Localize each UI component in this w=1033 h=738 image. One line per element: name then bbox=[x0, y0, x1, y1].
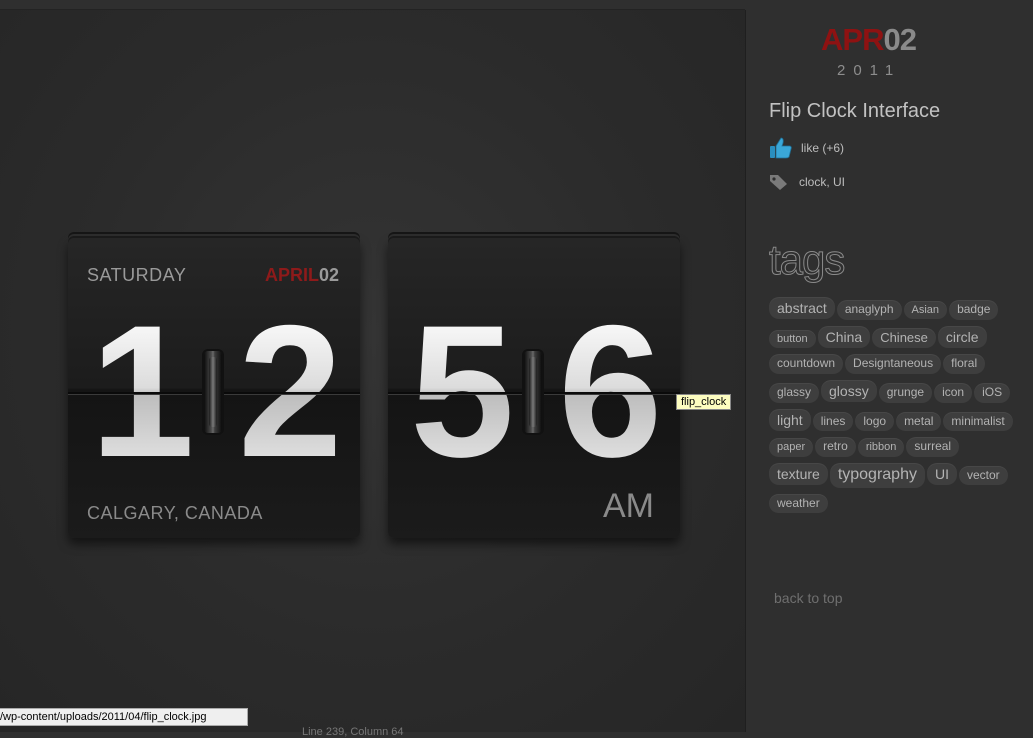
tag-link[interactable]: grunge bbox=[878, 383, 933, 403]
flip-clock-image[interactable]: SATURDAY APRIL02 1 2 CALGARY, CANADA 5 6… bbox=[0, 10, 745, 732]
hinge bbox=[524, 351, 542, 433]
editor-status: Line 239, Column 64 bbox=[302, 726, 404, 738]
tags-heading: tags bbox=[768, 236, 845, 284]
sidebar: APR02 2011 Flip Clock Interface like (+6… bbox=[745, 0, 1033, 732]
tag-link[interactable]: surreal bbox=[906, 437, 960, 457]
tag-link[interactable]: icon bbox=[934, 383, 973, 403]
like-button[interactable]: like (+6) bbox=[769, 136, 844, 160]
hour-ones-digit: 2 bbox=[238, 286, 343, 496]
tag-link[interactable]: lines bbox=[812, 411, 854, 432]
tag-link[interactable]: glossy bbox=[821, 380, 877, 403]
tag-link[interactable]: Chinese bbox=[872, 327, 936, 349]
post-month: APR bbox=[821, 22, 884, 57]
location-label: CALGARY, CANADA bbox=[87, 503, 263, 523]
post-tags-link[interactable]: clock, UI bbox=[799, 175, 845, 189]
back-to-top-link[interactable]: back to top bbox=[774, 590, 843, 606]
minute-ones-digit: 6 bbox=[558, 286, 663, 496]
tag-link[interactable]: button bbox=[769, 329, 816, 348]
tag-link[interactable]: vector bbox=[958, 465, 1008, 486]
tag-link[interactable]: China bbox=[817, 325, 871, 348]
tag-link[interactable]: minimalist bbox=[943, 411, 1013, 432]
hinge bbox=[204, 351, 222, 433]
post-year: 2011 bbox=[837, 62, 902, 79]
post-day: 02 bbox=[883, 22, 916, 57]
hours-card: SATURDAY APRIL02 1 2 CALGARY, CANADA bbox=[68, 238, 360, 538]
like-label: like (+6) bbox=[801, 141, 845, 155]
tag-link[interactable]: Designtaneous bbox=[845, 354, 942, 375]
tag-link[interactable]: countdown bbox=[769, 354, 844, 375]
tag-link[interactable]: anaglyph bbox=[836, 300, 902, 320]
month-label: APRIL bbox=[264, 265, 319, 285]
tag-link[interactable]: weather bbox=[769, 493, 828, 514]
tag-link[interactable]: texture bbox=[769, 462, 828, 486]
tag-link[interactable]: glassy bbox=[769, 383, 820, 403]
post-title: Flip Clock Interface bbox=[769, 100, 941, 122]
hour-tens-digit: 1 bbox=[90, 286, 195, 496]
ampm-label: AM bbox=[603, 487, 654, 525]
tag-link[interactable]: circle bbox=[937, 325, 987, 348]
tag-link[interactable]: ribbon bbox=[857, 438, 905, 457]
tag-cloud: abstract anaglyph Asian badge button China Chi… bbox=[769, 297, 1019, 519]
tag-link[interactable]: logo bbox=[855, 411, 895, 432]
post-date: APR02 bbox=[821, 22, 917, 58]
tag-link[interactable]: light bbox=[769, 408, 811, 431]
tag-link[interactable]: retro bbox=[815, 437, 856, 457]
weekday-label: SATURDAY bbox=[87, 265, 187, 285]
tag-link[interactable]: UI bbox=[926, 462, 957, 486]
tag-icon bbox=[770, 175, 787, 190]
date-label: APRIL02 bbox=[265, 265, 339, 286]
tag-link[interactable]: badge bbox=[949, 300, 999, 320]
tag-link[interactable]: typography bbox=[829, 462, 925, 488]
status-bar-url: /wp-content/uploads/2011/04/flip_clock.j… bbox=[0, 708, 248, 726]
tag-link[interactable]: floral bbox=[943, 354, 986, 375]
thumbs-up-icon bbox=[770, 137, 792, 159]
day-label: 02 bbox=[318, 265, 339, 285]
tag-link[interactable]: metal bbox=[896, 411, 942, 432]
tag-link[interactable]: Asian bbox=[903, 301, 948, 320]
post-tags: clock, UI bbox=[769, 173, 845, 191]
image-tooltip: flip_clock bbox=[676, 394, 732, 410]
tag-link[interactable]: abstract bbox=[769, 297, 835, 320]
tag-link[interactable]: iOS bbox=[974, 383, 1011, 403]
tag-link[interactable]: paper bbox=[769, 438, 814, 457]
minute-tens-digit: 5 bbox=[410, 286, 515, 496]
minutes-card: 5 6 AM bbox=[388, 238, 680, 538]
